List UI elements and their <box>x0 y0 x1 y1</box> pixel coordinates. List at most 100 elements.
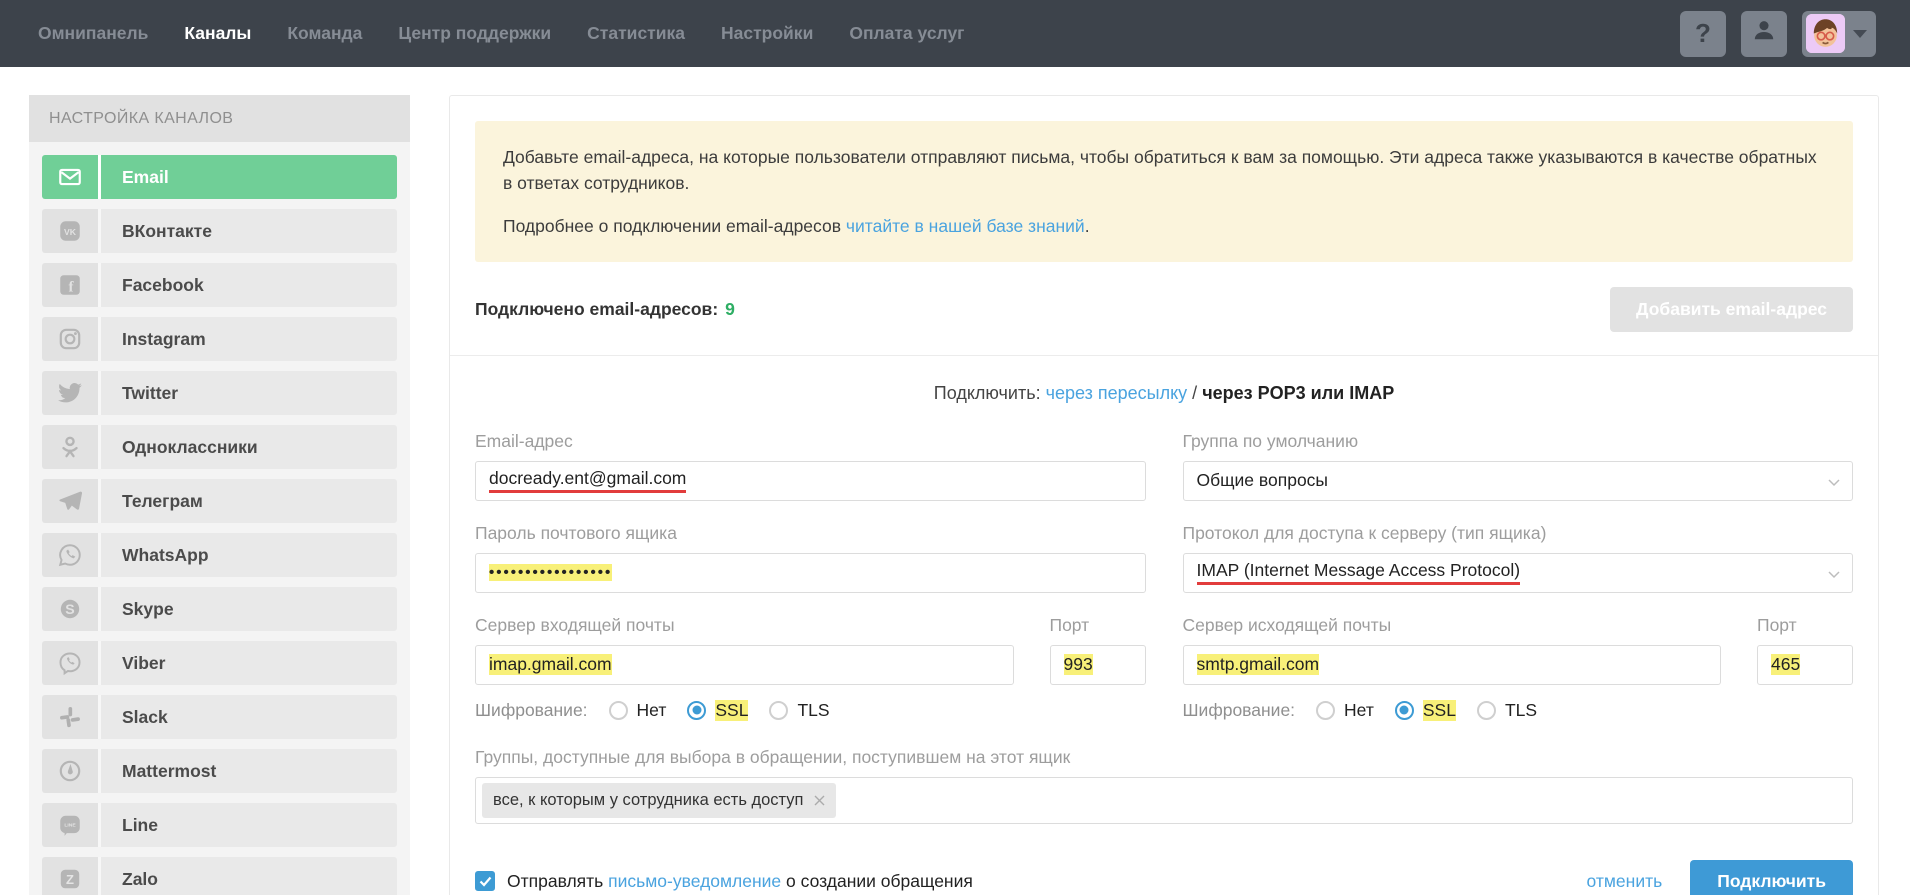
radio-icon <box>769 701 788 720</box>
mode-separator: / <box>1187 383 1202 403</box>
sidebar-item-facebook[interactable]: f Facebook <box>42 263 397 307</box>
notify-suffix: о создании обращения <box>781 871 973 891</box>
sidebar-item-vkontakte[interactable]: VK ВКонтакте <box>42 209 397 253</box>
connect-prefix: Подключить: <box>934 383 1046 403</box>
password-field-label: Пароль почтового ящика <box>475 523 1146 544</box>
nav-item-omnipanel[interactable]: Омнипанель <box>38 23 148 44</box>
cancel-button[interactable]: отменить <box>1587 871 1663 892</box>
available-groups-label: Группы, доступные для выбора в обращении… <box>475 747 1853 768</box>
sidebar-item-label: Zalo <box>101 857 397 895</box>
incoming-port-field[interactable]: 993 <box>1050 645 1146 685</box>
sidebar-item-twitter[interactable]: Twitter <box>42 371 397 415</box>
sidebar-item-line[interactable]: LINE Line <box>42 803 397 847</box>
sidebar-channel-list: Email VK ВКонтакте f Facebook Instagram <box>29 142 410 895</box>
add-email-button[interactable]: Добавить email-адрес <box>1610 287 1853 332</box>
email-field[interactable]: docready.ent@gmail.com <box>475 461 1146 501</box>
notification-letter-link[interactable]: письмо-уведомление <box>608 871 781 891</box>
radio-checked-icon <box>687 701 706 720</box>
nav-item-team[interactable]: Команда <box>287 23 362 44</box>
sidebar-item-viber[interactable]: Viber <box>42 641 397 685</box>
incoming-port-value: 993 <box>1064 654 1093 675</box>
incoming-encryption-tls[interactable]: TLS <box>769 700 829 721</box>
remove-tag-icon[interactable] <box>814 795 825 806</box>
radio-icon <box>609 701 628 720</box>
avatar <box>1806 14 1845 53</box>
connect-button[interactable]: Подключить <box>1690 860 1853 895</box>
vk-icon: VK <box>42 209 98 253</box>
slack-icon <box>42 695 98 739</box>
incoming-server-label: Сервер входящей почты <box>475 615 1014 636</box>
info-text-more: Подробнее о подключении email-адресов чи… <box>503 213 1825 239</box>
sidebar-item-label: Line <box>101 803 397 847</box>
incoming-encryption-none[interactable]: Нет <box>609 700 667 721</box>
sidebar-item-label: Facebook <box>101 263 397 307</box>
nav-item-support-center[interactable]: Центр поддержки <box>398 23 551 44</box>
zalo-icon: Z <box>42 857 98 895</box>
protocol-select[interactable]: IMAP (Internet Message Access Protocol) <box>1183 553 1854 593</box>
info-text: Добавьте email-адреса, на которые пользо… <box>503 144 1825 197</box>
radio-checked-icon <box>1395 701 1414 720</box>
available-groups-field[interactable]: все, к которым у сотрудника есть доступ <box>475 777 1853 824</box>
default-group-select[interactable]: Общие вопросы <box>1183 461 1854 501</box>
sidebar-item-label: Mattermost <box>101 749 397 793</box>
divider <box>450 355 1878 356</box>
info-more-prefix: Подробнее о подключении email-адресов <box>503 216 846 236</box>
incoming-encryption-row: Шифрование: Нет SSL TLS <box>475 700 1146 721</box>
sidebar-item-skype[interactable]: S Skype <box>42 587 397 631</box>
group-tag-label: все, к которым у сотрудника есть доступ <box>493 791 804 810</box>
pop3-imap-mode-label: через POP3 или IMAP <box>1202 383 1394 403</box>
whatsapp-icon <box>42 533 98 577</box>
svg-text:S: S <box>65 601 74 617</box>
sidebar-item-email[interactable]: Email <box>42 155 397 199</box>
group-tag: все, к которым у сотрудника есть доступ <box>482 783 836 818</box>
account-menu-button[interactable] <box>1802 11 1876 57</box>
outgoing-encryption-none[interactable]: Нет <box>1316 700 1374 721</box>
sidebar-item-instagram[interactable]: Instagram <box>42 317 397 361</box>
knowledge-base-link[interactable]: читайте в нашей базе знаний <box>846 216 1085 236</box>
incoming-server-field[interactable]: imap.gmail.com <box>475 645 1014 685</box>
odnoklassniki-icon <box>42 425 98 469</box>
sidebar-item-label: Телеграм <box>101 479 397 523</box>
sidebar-item-label: Instagram <box>101 317 397 361</box>
nav-item-settings[interactable]: Настройки <box>721 23 813 44</box>
chevron-down-icon <box>1853 30 1867 38</box>
password-field-value: ••••••••••••••••• <box>489 564 612 581</box>
radio-label: Нет <box>1344 700 1374 721</box>
incoming-server-value: imap.gmail.com <box>489 654 612 675</box>
sidebar-item-odnoklassniki[interactable]: Одноклассники <box>42 425 397 469</box>
line-icon: LINE <box>42 803 98 847</box>
notify-label: Отправлять письмо-уведомление о создании… <box>507 871 973 892</box>
notify-checkbox[interactable] <box>475 871 495 891</box>
outgoing-port-label: Порт <box>1757 615 1853 636</box>
outgoing-server-field[interactable]: smtp.gmail.com <box>1183 645 1722 685</box>
telegram-icon <box>42 479 98 523</box>
chevron-down-icon <box>1828 562 1840 583</box>
nav-item-billing[interactable]: Оплата услуг <box>849 23 964 44</box>
radio-label: TLS <box>1505 700 1537 721</box>
email-connect-form: Email-адрес docready.ent@gmail.com Групп… <box>450 431 1878 895</box>
outgoing-encryption-tls[interactable]: TLS <box>1477 700 1537 721</box>
sidebar-item-telegram[interactable]: Телеграм <box>42 479 397 523</box>
password-field[interactable]: ••••••••••••••••• <box>475 553 1146 593</box>
incoming-encryption-ssl[interactable]: SSL <box>687 700 748 721</box>
sidebar-item-label: Slack <box>101 695 397 739</box>
sidebar-item-zalo[interactable]: Z Zalo <box>42 857 397 895</box>
nav-item-channels[interactable]: Каналы <box>184 23 251 44</box>
sidebar-item-label: Viber <box>101 641 397 685</box>
svg-text:VK: VK <box>64 227 77 237</box>
outgoing-server-label: Сервер исходящей почты <box>1183 615 1722 636</box>
sidebar-item-whatsapp[interactable]: WhatsApp <box>42 533 397 577</box>
incoming-port-label: Порт <box>1050 615 1146 636</box>
forwarding-mode-link[interactable]: через пересылку <box>1046 383 1188 403</box>
help-button[interactable]: ? <box>1680 11 1726 57</box>
sidebar-item-mattermost[interactable]: Mattermost <box>42 749 397 793</box>
outgoing-encryption-ssl[interactable]: SSL <box>1395 700 1456 721</box>
nav-item-statistics[interactable]: Статистика <box>587 23 685 44</box>
outgoing-port-field[interactable]: 465 <box>1757 645 1853 685</box>
email-field-value: docready.ent@gmail.com <box>489 468 686 493</box>
sidebar-item-slack[interactable]: Slack <box>42 695 397 739</box>
profile-button[interactable] <box>1741 11 1787 57</box>
instagram-icon <box>42 317 98 361</box>
connect-mode-switch: Подключить: через пересылку / через POP3… <box>450 383 1878 404</box>
protocol-value: IMAP (Internet Message Access Protocol) <box>1197 560 1521 585</box>
